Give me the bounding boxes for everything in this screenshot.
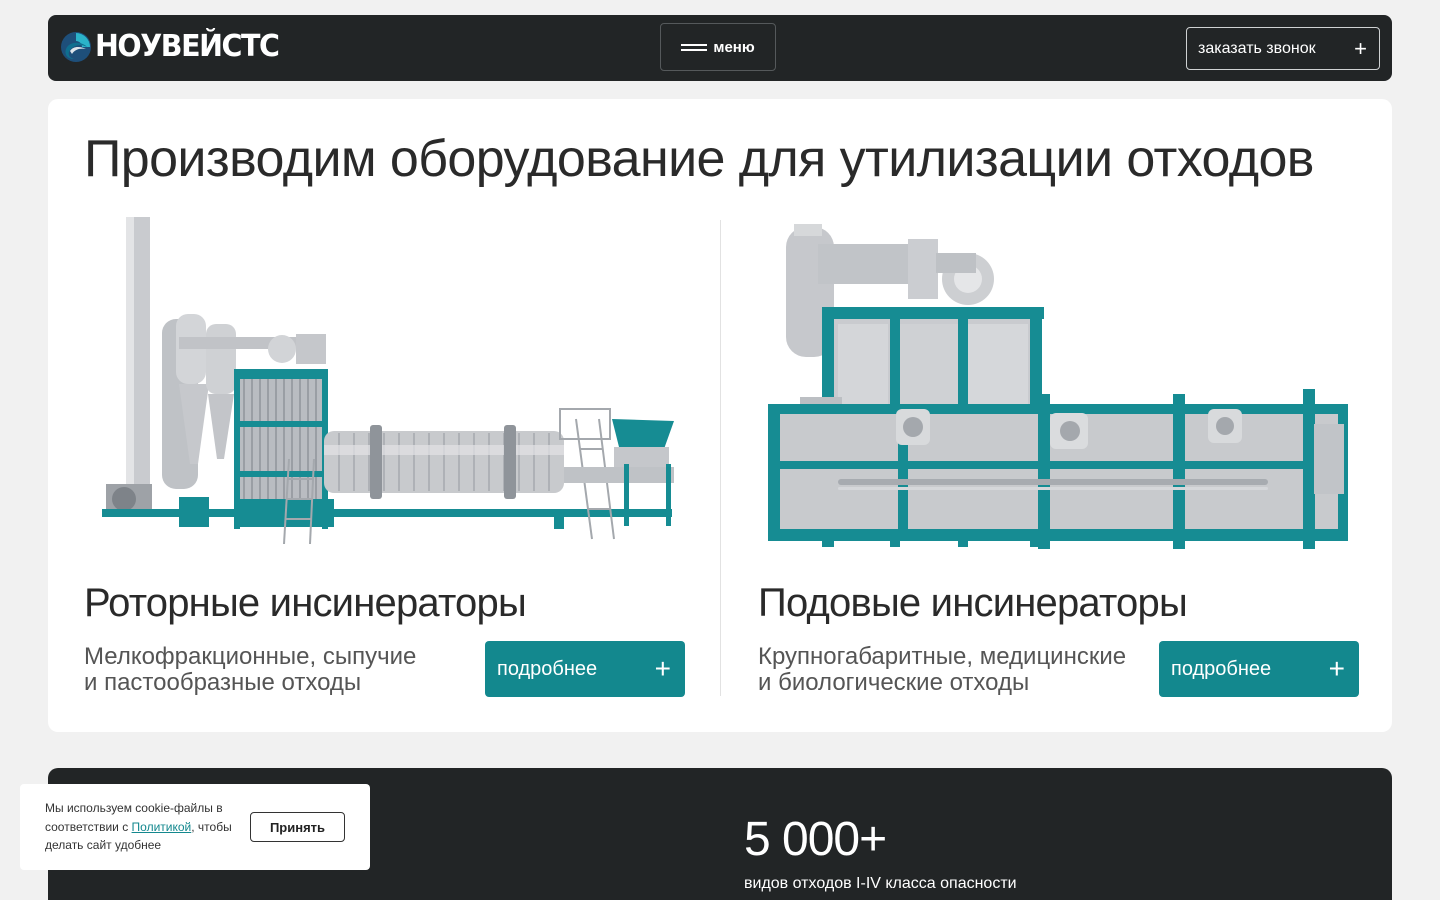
plus-icon: + [1328,653,1345,684]
product-title: Роторные инсинераторы [84,581,527,625]
more-button-hearth[interactable]: подробнее + [1159,641,1359,697]
logo[interactable]: НОУВЕЙСТС [60,31,288,63]
menu-label: меню [713,38,755,56]
product-description: Крупногабаритные, медицинские и биологич… [758,643,1127,696]
more-button-label: подробнее [1171,657,1272,680]
plus-icon: + [1354,35,1367,61]
stat-value: 5 000+ [744,813,887,866]
policy-link[interactable]: Политикой [132,820,192,834]
product-card-rotary: Роторные инсинераторы Мелкофракционные, … [84,209,685,697]
cookie-banner: Мы используем cookie-файлы в соответстви… [20,784,370,870]
cookie-text: Мы используем cookie-файлы в соответстви… [45,801,232,852]
plus-icon: + [654,653,671,684]
product-description: Мелкофракционные, сыпучие и пастообразны… [84,643,417,696]
page-title: Производим оборудование для утилизации о… [84,130,1314,188]
order-call-button[interactable]: заказать звонок + [1186,27,1380,70]
site-header: НОУВЕЙСТС меню заказать звонок + [48,15,1392,81]
logo-text: НОУВЕЙСТС [95,29,280,64]
logo-swirl-icon [61,32,91,62]
rotary-incinerator-image [102,217,674,545]
order-call-label: заказать звонок [1198,39,1316,57]
hero-section: Производим оборудование для утилизации о… [48,99,1392,732]
stat-label: видов отходов I-IV класса опасности [744,875,1017,892]
burger-icon [681,42,709,52]
product-title: Подовые инсинераторы [758,581,1188,625]
menu-button[interactable]: меню [660,23,776,71]
hearth-incinerator-image [768,224,1348,549]
more-button-label: подробнее [497,657,598,680]
cookie-accept-button[interactable]: Принять [250,812,345,842]
product-divider [720,220,721,696]
more-button-rotary[interactable]: подробнее + [485,641,685,697]
product-card-hearth: Подовые инсинераторы Крупногабаритные, м… [758,209,1359,697]
